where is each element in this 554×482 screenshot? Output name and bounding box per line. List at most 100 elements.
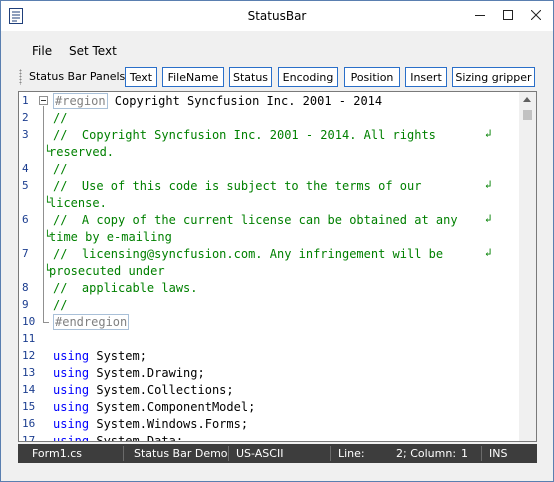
code-token: reserved. [49,145,115,159]
code-token: // licensing@syncfusion.com. Any infring… [53,247,444,261]
code-line[interactable]: 1 #region Copyright Syncfusion Inc. 2001 … [19,93,519,110]
minimize-icon [475,9,485,23]
status-separator [481,446,482,461]
word-wrap-icon: ↲ [485,212,492,225]
code-token: Copyright Syncfusion Inc. 2001 - 2014 [107,94,383,108]
code-text: // applicable laws. [53,281,198,295]
code-token: // Use of this code is subject to the te… [53,179,422,193]
maximize-button[interactable] [493,1,523,31]
code-token: System.Windows.Forms; [89,417,249,431]
code-line[interactable]: 2 // [19,110,519,127]
code-token: System.Drawing; [89,366,205,380]
code-line[interactable]: 13 using System.Drawing; [19,365,519,382]
code-text: reserved. [49,145,114,159]
code-text: using System; [53,349,147,363]
code-editor[interactable]: 1 #region Copyright Syncfusion Inc. 2001 … [18,91,537,442]
toolbar: Status Bar Panels: Text FileName Status … [1,65,553,89]
code-line[interactable]: 14 using System.Collections; [19,382,519,399]
keyword-token: using [53,366,90,380]
code-line[interactable]: 4 // [19,161,519,178]
keyword-token: using [53,383,90,397]
fold-guide [43,106,44,322]
wrap-continuation-icon: └ [44,196,51,209]
code-line[interactable]: license. └ [19,195,519,212]
code-line[interactable]: 6 // A copy of the current license can be… [19,212,519,229]
code-line[interactable]: reserved. └ [19,144,519,161]
menu-set-text[interactable]: Set Text [67,44,119,58]
code-token: // A copy of the current license can be … [53,213,458,227]
status-column-value: 1 [461,447,468,460]
code-line[interactable]: 12 using System; [19,348,519,365]
code-text: #endregion [53,314,130,330]
panel-text-button[interactable]: Text [125,67,157,87]
code-text: // Copyright Syncfusion Inc. 2001 - 2014… [53,128,436,142]
code-text: #region Copyright Syncfusion Inc. 2001 -… [53,93,383,109]
code-line[interactable]: 11 [19,331,519,348]
status-separator [330,446,331,461]
wrap-continuation-icon: └ [44,264,51,277]
title-bar: StatusBar [1,1,553,31]
collapse-icon[interactable] [39,96,48,105]
code-text: using System.ComponentModel; [53,400,255,414]
code-line[interactable]: 7 // licensing@syncfusion.com. Any infrin… [19,246,519,263]
code-line[interactable]: 8 // applicable laws. [19,280,519,297]
vertical-scrollbar[interactable] [519,92,536,441]
region-token: #endregion [53,314,130,330]
code-token: // [53,162,68,176]
line-number: 4 [22,162,29,175]
code-text: time by e-mailing [49,230,172,244]
code-line[interactable]: 9 // [19,297,519,314]
line-number: 14 [22,383,36,396]
panel-status-button[interactable]: Status [229,67,272,87]
code-line[interactable]: 16 using System.Windows.Forms; [19,416,519,433]
panel-filename-button[interactable]: FileName [162,67,224,87]
status-bar: Form1.cs Status Bar Demo US-ASCII Line: … [18,444,537,463]
close-button[interactable] [521,1,551,31]
code-line[interactable]: 15 using System.ComponentModel; [19,399,519,416]
line-number: 5 [22,179,29,192]
code-line[interactable]: 5 // Use of this code is subject to the t… [19,178,519,195]
code-line[interactable]: prosecuted under └ [19,263,519,280]
status-filename: Form1.cs [32,447,82,460]
code-token: System; [89,349,147,363]
line-number: 8 [22,281,29,294]
code-text: using System.Drawing; [53,366,205,380]
code-line[interactable]: 3 // Copyright Syncfusion Inc. 2001 - 201… [19,127,519,144]
wrap-continuation-icon: └ [44,230,51,243]
code-text: // A copy of the current license can be … [53,213,458,227]
minimize-button[interactable] [465,1,495,31]
toolbar-label: Status Bar Panels: [29,70,129,83]
code-text: prosecuted under [49,264,165,278]
keyword-token: using [53,417,90,431]
panel-encoding-button[interactable]: Encoding [278,67,338,87]
toolbar-grip-handle[interactable] [19,69,22,85]
code-token: // [53,111,68,125]
code-line[interactable]: 17 using System.Data; [19,433,519,442]
status-separator [228,446,229,461]
status-separator [123,446,124,461]
line-number: 15 [22,400,36,413]
keyword-token: using [53,400,90,414]
code-token: System.Collections; [89,383,234,397]
wrap-continuation-icon: └ [44,145,51,158]
line-number: 13 [22,366,36,379]
panel-sizing-gripper-button[interactable]: Sizing gripper [452,67,535,87]
scroll-up-icon[interactable] [523,97,531,102]
status-insert-mode: INS [489,447,508,460]
keyword-token: using [53,434,90,442]
code-line[interactable]: 10 #endregion [19,314,519,331]
code-text: // [53,111,67,125]
status-text: Status Bar Demo [134,447,228,460]
code-text: // [53,162,67,176]
word-wrap-icon: ↲ [485,127,492,140]
main-window: StatusBar File Set Text Status Bar Panel… [0,0,554,482]
status-encoding: US-ASCII [236,447,284,460]
status-column-label: 2; Column: [396,447,457,460]
panel-position-button[interactable]: Position [344,67,400,87]
menu-file[interactable]: File [30,44,54,58]
code-line[interactable]: time by e-mailing └ [19,229,519,246]
panel-insert-button[interactable]: Insert [405,67,447,87]
code-text: using System.Windows.Forms; [53,417,248,431]
scroll-thumb[interactable] [523,110,532,120]
word-wrap-icon: ↲ [485,178,492,191]
